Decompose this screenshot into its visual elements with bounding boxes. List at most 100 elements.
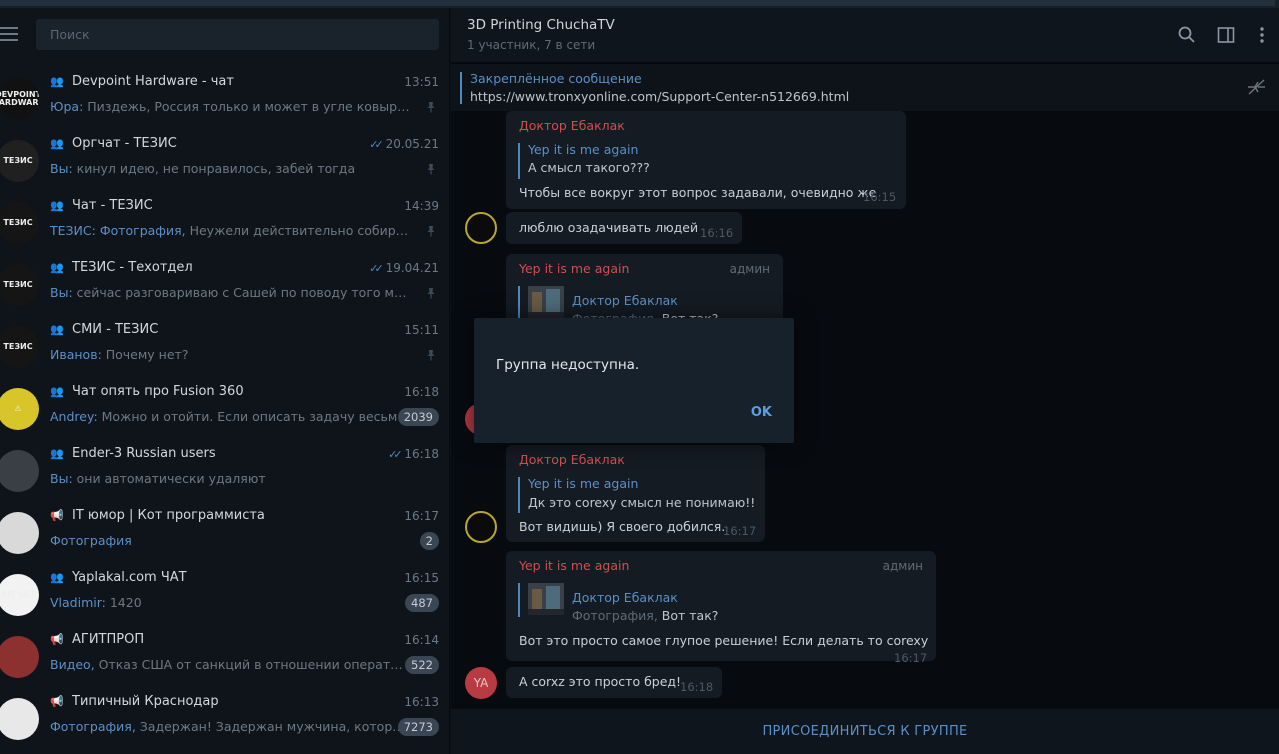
chat-item-preview: Юра: Пиздежь, Россия только и может в уг…: [50, 99, 410, 114]
reply-author[interactable]: Доктор Ебаклак: [572, 590, 678, 605]
unread-count-badge: 487: [405, 594, 439, 612]
chat-avatar-label: ТЕЗИС: [3, 280, 33, 289]
reply-photo-thumbnail: [528, 286, 564, 318]
hamburger-menu-icon[interactable]: [0, 27, 20, 43]
more-options-icon[interactable]: [1252, 25, 1272, 45]
pinned-title: Закреплённое сообщение: [470, 71, 642, 86]
pinned-message-bar[interactable]: Закреплённое сообщение https://www.tronx…: [451, 63, 1279, 111]
reply-bar: [518, 477, 520, 513]
read-check-icon: ✓✓: [388, 448, 403, 461]
chat-item-time: 15:11: [404, 323, 439, 337]
chat-list-item[interactable]: ТЕЗИС 👥 СМИ - ТЕЗИС 15:11 Иванов: Почему нет…: [0, 320, 449, 382]
sidebar-toggle-icon[interactable]: [1216, 25, 1236, 45]
chat-item-time: ✓✓ 16:18: [388, 447, 439, 461]
chat-list-item[interactable]: 📢 IT юмор | Кот программиста 16:17 Фотограф…: [0, 506, 449, 568]
unread-count-badge: 7273: [397, 718, 439, 736]
chat-avatar: [0, 450, 39, 492]
chat-avatar: DEVPOINT HARDWARE: [0, 78, 39, 120]
message-bubble[interactable]: люблю озадачивать людей 16:16: [506, 212, 742, 244]
message-time: 16:16: [700, 226, 734, 240]
chat-item-time: 16:14: [404, 633, 439, 647]
chat-item-title: 📢 Типичный Краснодар: [50, 694, 219, 709]
chat-item-time: ✓✓ 19.04.21: [369, 261, 439, 275]
chat-item-title: 👥 Чат - ТЕЗИС: [50, 198, 153, 213]
pin-icon: [427, 288, 435, 299]
chat-item-title: 📢 АГИТПРОП: [50, 632, 145, 647]
chat-avatar-label: ТЕЗИС: [3, 218, 33, 227]
chat-avatar-label: ТЕЗИС: [3, 342, 33, 351]
group-icon: 👥: [50, 137, 64, 150]
unread-count-badge: 2039: [397, 408, 439, 426]
unpin-icon[interactable]: [1245, 78, 1267, 96]
chat-item-title: 👥 Yaplakal.com ЧАТ: [50, 570, 187, 585]
chat-item-preview: Иванов: Почему нет?: [50, 347, 189, 362]
message-author[interactable]: Доктор Ебаклак: [519, 118, 625, 133]
sender-avatar[interactable]: YA: [465, 667, 497, 699]
reply-author[interactable]: Yep it is me again: [528, 142, 638, 157]
message-bubble[interactable]: Доктор Ебаклак Yep it is me again Дк это…: [506, 445, 765, 542]
message-bubble[interactable]: Доктор Ебаклак Yep it is me again А смыс…: [506, 111, 906, 209]
message-time: 16:17: [894, 651, 928, 665]
pin-icon: [427, 164, 435, 175]
chat-list-item[interactable]: ⚠ 👥 Чат опять про Fusion 360 16:18 Andrey: М…: [0, 382, 449, 444]
reply-author[interactable]: Yep it is me again: [528, 476, 638, 491]
chat-item-title: 📢 IT юмор | Кот программиста: [50, 508, 265, 523]
join-group-button[interactable]: ПРИСОЕДИНИТЬСЯ К ГРУППЕ: [451, 709, 1279, 754]
chat-avatar-label: ТЕЗИС: [3, 156, 33, 165]
pin-icon: [427, 350, 435, 361]
chat-item-title: 👥 Оргчат - ТЕЗИС: [50, 136, 177, 151]
message-author[interactable]: Yep it is me again: [519, 261, 629, 276]
admin-badge: админ: [882, 559, 923, 573]
message-author[interactable]: Yep it is me again: [519, 558, 629, 573]
chat-item-preview: ТЕЗИС: Фотография, Неужели действительно…: [50, 223, 410, 238]
reply-author[interactable]: Доктор Ебаклак: [572, 293, 678, 308]
chat-item-time: 16:13: [404, 695, 439, 709]
chat-item-time: ✓✓ 20.05.21: [369, 137, 439, 151]
ok-button[interactable]: OK: [751, 405, 772, 420]
search-icon[interactable]: [1177, 25, 1197, 45]
chat-avatar: ТЕЗИС: [0, 140, 39, 182]
chat-list-item[interactable]: ЯП ЧАТ 👥 Yaplakal.com ЧАТ 16:15 Vladimir: 14…: [0, 568, 449, 630]
chat-item-title: 👥 Ender-3 Russian users: [50, 446, 216, 461]
chat-list-item[interactable]: ТЕЗИС 👥 ТЕЗИС - Техотдел ✓✓ 19.04.21 Вы: сей…: [0, 258, 449, 320]
chat-item-preview: Вы: кинул идею, не понравилось, забей то…: [50, 161, 356, 176]
group-icon: 👥: [50, 323, 64, 336]
group-icon: 👥: [50, 385, 64, 398]
chat-item-preview: Vladimir: 1420: [50, 595, 142, 610]
sender-avatar[interactable]: [465, 511, 497, 543]
chat-header[interactable]: 3D Printing ChuchaTV 1 участник, 7 в сет…: [451, 8, 1279, 62]
chat-list-item[interactable]: DEVPOINT HARDWARE 👥Devpoint Hardware - ча…: [0, 72, 449, 134]
sender-avatar[interactable]: [465, 212, 497, 244]
chat-avatar: ТЕЗИС: [0, 264, 39, 306]
group-icon: 👥: [50, 75, 64, 88]
chat-list-item[interactable]: 📢 Типичный Краснодар 16:13 Фотография, Заде…: [0, 692, 449, 754]
pinned-accent-bar: [460, 72, 462, 104]
message-bubble[interactable]: А corxz это просто бред! 16:18: [506, 667, 722, 698]
search-input[interactable]: Поиск: [36, 19, 439, 50]
chat-item-time: 16:17: [404, 509, 439, 523]
channel-icon: 📢: [50, 695, 64, 708]
message-author[interactable]: Доктор Ебаклак: [519, 452, 625, 467]
read-check-icon: ✓✓: [369, 262, 384, 275]
channel-icon: 📢: [50, 633, 64, 646]
chat-title: 3D Printing ChuchaTV: [467, 17, 615, 33]
chat-avatar: [0, 636, 39, 678]
telegram-window: Поиск DEVPOINT HARDWARE 👥Devpoint Hardwar…: [0, 0, 1279, 754]
message-bubble[interactable]: Yep it is me again админ Доктор Ебаклак …: [506, 551, 936, 665]
message-text: Вот это просто самое глупое решение! Есл…: [519, 633, 929, 648]
admin-badge: админ: [729, 262, 770, 276]
chat-avatar-label: [0, 512, 39, 554]
message-time: 16:18: [680, 680, 714, 694]
chat-list-item[interactable]: ТЕЗИС 👥 Чат - ТЕЗИС 14:39 ТЕЗИС: Фотография,…: [0, 196, 449, 258]
message-text: Вот видишь) Я своего добился.: [519, 519, 726, 534]
chat-item-preview: Вы: сейчас разговариваю с Сашей по повод…: [50, 285, 410, 300]
chat-avatar: ТЕЗИС: [0, 326, 39, 368]
chat-list-item[interactable]: ТЕЗИС 👥 Оргчат - ТЕЗИС ✓✓ 20.05.21 Вы: кинул…: [0, 134, 449, 196]
chat-item-title: 👥 Чат опять про Fusion 360: [50, 384, 244, 399]
unread-count-badge: 522: [405, 656, 439, 674]
unread-count-badge: 2: [419, 532, 439, 550]
chat-avatar: [0, 512, 39, 554]
chat-item-preview: Фотография, Задержан! Задержан мужчина, …: [50, 719, 410, 734]
chat-list-item[interactable]: 👥 Ender-3 Russian users ✓✓ 16:18 Вы: они ав…: [0, 444, 449, 506]
chat-list-item[interactable]: 📢 АГИТПРОП 16:14 Видео, Отказ США от санкци…: [0, 630, 449, 692]
